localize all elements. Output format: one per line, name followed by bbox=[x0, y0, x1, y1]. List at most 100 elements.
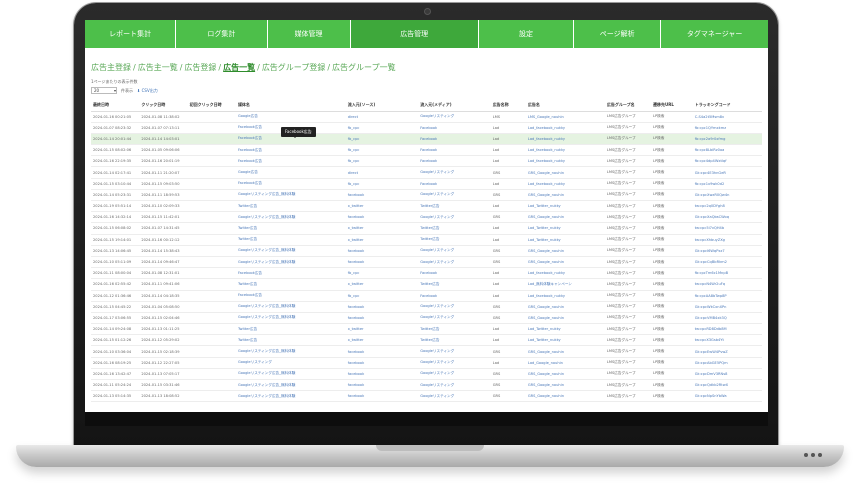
table-cell[interactable]: facebook bbox=[345, 245, 419, 257]
column-header-6[interactable]: 広告名称 bbox=[490, 100, 526, 112]
table-cell[interactable]: facebook bbox=[345, 345, 419, 358]
nav-item-0[interactable]: レポート集計 bbox=[85, 20, 177, 48]
table-cell[interactable]: Lad_Twitter_nukky bbox=[525, 323, 605, 336]
table-cell[interactable]: facebook bbox=[345, 390, 419, 403]
table-cell[interactable]: fb:cpc4dp4Wxtlqf bbox=[692, 155, 762, 168]
table-cell[interactable]: GRS_Google_nouhin bbox=[525, 368, 605, 381]
table-cell[interactable]: fb:cpc1x9wk0d2 bbox=[692, 178, 762, 190]
table-cell[interactable]: Facebook bbox=[418, 267, 491, 280]
table-cell[interactable]: facebook bbox=[345, 312, 419, 325]
table-row[interactable]: 2024-01-13 14:06:45 2024-01-14 15:38:43 Go… bbox=[91, 245, 762, 257]
table-row[interactable]: 2024-01-12 01:36:46 2024-01-14 04:18:35 Fa… bbox=[91, 290, 762, 302]
table-row[interactable]: 2024-01-16 13:42:47 2024-01-13 07:05:17 Go… bbox=[91, 368, 762, 381]
table-cell[interactable]: GRS_Google_nouhin bbox=[525, 256, 605, 269]
table-cell[interactable]: Googleリスティング bbox=[418, 111, 491, 123]
table-cell[interactable]: Facebook bbox=[418, 155, 491, 168]
nav-item-1[interactable]: ログ集計 bbox=[176, 20, 268, 48]
table-cell[interactable]: fb_cpc bbox=[345, 267, 419, 280]
table-row[interactable]: 2024-01-15 03:10:44 2024-01-15 09:03:50 Fa… bbox=[91, 178, 762, 190]
table-row[interactable]: 2024-01-15 01:12:26 2024-01-12 05:29:02 Tw… bbox=[91, 334, 762, 347]
column-header-9[interactable]: 遷移先URL bbox=[651, 100, 693, 112]
table-cell[interactable]: fb_cpc bbox=[345, 290, 419, 302]
table-cell[interactable]: LMS_Google_nouhin bbox=[525, 111, 605, 123]
table-cell[interactable]: Twitter広告 bbox=[418, 200, 491, 213]
column-header-5[interactable]: 流入元(メディア) bbox=[418, 100, 491, 112]
table-cell[interactable]: Lad_facebook_nukky bbox=[525, 155, 605, 168]
table-cell[interactable]: facebook bbox=[345, 189, 419, 202]
table-cell[interactable]: x_twitter bbox=[345, 234, 419, 246]
table-row[interactable]: 2024-01-16 22:19:35 2024-01-16 20:01:19 Fa… bbox=[91, 155, 762, 168]
breadcrumb-item-5[interactable]: 広告グループ一覧 bbox=[332, 63, 396, 72]
table-cell[interactable]: Lad_facebook_nukky bbox=[525, 144, 605, 157]
table-cell[interactable]: fb_cpc bbox=[345, 133, 419, 146]
table-cell[interactable]: Twitter広告 bbox=[235, 278, 346, 291]
table-cell[interactable]: GRS_Google_nouhin bbox=[525, 390, 605, 403]
table-cell[interactable]: Googleリスティング bbox=[418, 345, 491, 358]
table-cell[interactable]: Googleリスティング広告_無料体験 bbox=[235, 211, 346, 224]
table-cell[interactable]: Facebook bbox=[418, 133, 491, 146]
column-header-3[interactable]: 媒体名 bbox=[235, 100, 346, 112]
table-cell[interactable]: tw:cpcX3Gsb4Yt bbox=[692, 334, 762, 347]
table-row[interactable]: 2024-01-11 05:24:24 2024-01-15 03:31:46 Go… bbox=[91, 379, 762, 392]
table-cell[interactable]: Gk:cpcVMB4xk3Q bbox=[692, 312, 762, 325]
table-cell[interactable]: Googleリスティング bbox=[418, 301, 491, 313]
table-cell[interactable]: fb:cpcTm6c1MnpB bbox=[692, 267, 762, 280]
table-cell[interactable]: Twitter広告 bbox=[235, 200, 346, 213]
table-cell[interactable]: GRS_Google_nouhin bbox=[525, 301, 605, 313]
table-cell[interactable]: Lad_facebook_nukky bbox=[525, 133, 605, 146]
table-row[interactable]: 2024-01-14 09:24:08 2024-01-13 01:11:25 Tw… bbox=[91, 323, 762, 336]
table-cell[interactable]: tw:cpcXhbuyZXg bbox=[692, 234, 762, 246]
column-header-8[interactable]: 広告グループ名 bbox=[604, 100, 651, 112]
table-cell[interactable]: facebook bbox=[345, 379, 419, 392]
table-cell[interactable]: tw:cpc5i7vQH4b bbox=[692, 222, 762, 235]
table-cell[interactable]: Twitter広告 bbox=[418, 234, 491, 246]
table-cell[interactable]: x_twitter bbox=[345, 278, 419, 291]
table-row[interactable]: 2024-01-16 14:32:14 2024-01-15 11:42:01 Go… bbox=[91, 211, 762, 224]
table-cell[interactable]: Googleリスティング bbox=[418, 245, 491, 257]
table-cell[interactable]: Twitter広告 bbox=[235, 334, 346, 347]
table-cell[interactable]: GRS_Google_nouhin bbox=[525, 312, 605, 325]
column-header-2[interactable]: 初回クリック日時 bbox=[187, 100, 236, 112]
table-cell[interactable]: Lad_facebook_nukky bbox=[525, 290, 605, 302]
table-cell[interactable]: Googleリスティング bbox=[418, 357, 491, 369]
table-cell[interactable]: GRS_Google_nouhin bbox=[525, 379, 605, 392]
table-cell[interactable]: Gk:cpcDmV3RNs8 bbox=[692, 368, 762, 381]
table-row[interactable]: 2024-01-15 06:08:02 2024-01-07 14:31:45 Tw… bbox=[91, 222, 762, 235]
table-cell[interactable]: Twitter広告 bbox=[418, 323, 491, 336]
table-cell[interactable]: Lad_Twitter_nukky bbox=[525, 222, 605, 235]
per-page-select[interactable]: 20 ▾ bbox=[91, 87, 117, 94]
table-cell[interactable]: Facebook広告 bbox=[235, 144, 346, 157]
table-row[interactable]: 2024-01-16 00:21:05 2024-01-08 11:38:02 Go… bbox=[91, 111, 762, 123]
table-cell[interactable]: Gk:cpcWkCxnXPn bbox=[692, 301, 762, 313]
table-cell[interactable]: Twitter広告 bbox=[235, 222, 346, 235]
table-cell[interactable]: Googleリスティング広告_無料体験 bbox=[235, 390, 346, 403]
table-cell[interactable]: Googleリスティング広告_無料体験 bbox=[235, 379, 346, 392]
table-cell[interactable]: Googleリスティング bbox=[418, 379, 491, 392]
table-cell[interactable]: Facebook bbox=[418, 178, 491, 190]
table-cell[interactable]: Gk:cpcI6WqPxz7 bbox=[692, 245, 762, 257]
table-cell[interactable]: Googleリスティング bbox=[418, 390, 491, 403]
table-cell[interactable]: x_twitter bbox=[345, 222, 419, 235]
table-cell[interactable]: Lad_facebook_nukky bbox=[525, 122, 605, 134]
table-row[interactable]: 2024-01-17 03:06:55 2024-01-15 02:04:46 Go… bbox=[91, 312, 762, 325]
table-cell[interactable]: fb:cpc2a9r0xfmg bbox=[692, 133, 762, 146]
column-header-1[interactable]: クリック日時 bbox=[139, 100, 188, 112]
breadcrumb-item-3[interactable]: 広告一覧 bbox=[223, 63, 255, 72]
table-cell[interactable]: GRS_Google_nouhin bbox=[525, 345, 605, 358]
table-cell[interactable]: GRS_Google_nouhin bbox=[525, 211, 605, 224]
table-cell[interactable]: Lad_facebook_nukky bbox=[525, 178, 605, 190]
table-cell[interactable]: fb:cpc8LbiRz0oa bbox=[692, 144, 762, 157]
table-cell[interactable]: tw:cpcN4Wr2uFq bbox=[692, 278, 762, 291]
table-cell[interactable]: tw:cpc2q0DYgh8 bbox=[692, 200, 762, 213]
column-header-10[interactable]: トラッキングコード bbox=[692, 100, 762, 112]
nav-item-4[interactable]: 設定 bbox=[479, 20, 575, 48]
table-cell[interactable]: x_twitter bbox=[345, 334, 419, 347]
table-row[interactable]: 2024-01-11 08:00:04 2024-01-08 12:31:01 Fa… bbox=[91, 267, 762, 280]
table-cell[interactable]: x_twitter bbox=[345, 323, 419, 336]
table-cell[interactable]: Lad_無料体験キャンペーン bbox=[525, 278, 605, 291]
column-header-0[interactable]: 最終日時 bbox=[91, 100, 140, 112]
table-row[interactable]: 2024-01-14 05:23:31 2024-01-11 18:59:53 Go… bbox=[91, 189, 762, 202]
table-cell[interactable]: Google広告 bbox=[235, 166, 346, 179]
table-cell[interactable]: facebook bbox=[345, 368, 419, 381]
table-cell[interactable]: Gk:cpcXwzR0Qw4n bbox=[692, 189, 762, 202]
